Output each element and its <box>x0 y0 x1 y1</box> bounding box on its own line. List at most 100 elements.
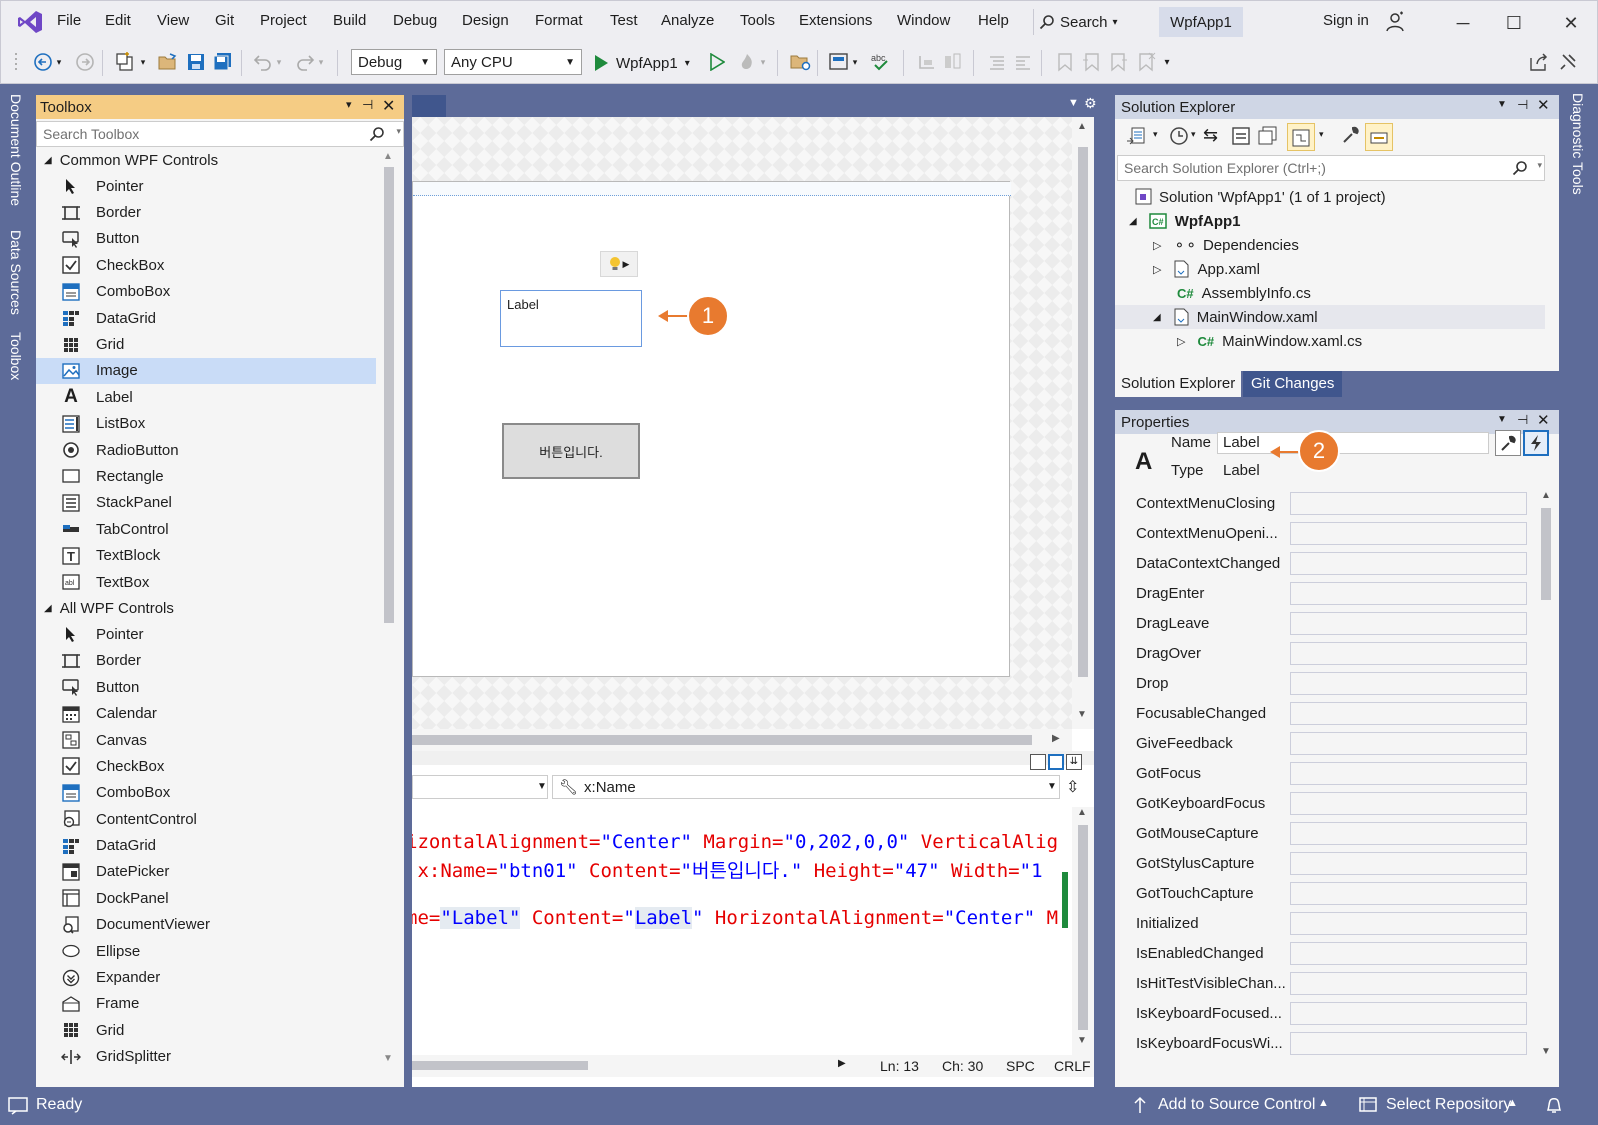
scroll-down-icon[interactable]: ▼ <box>1077 709 1087 720</box>
scrollbar-thumb[interactable] <box>412 735 1032 745</box>
event-handler-input[interactable] <box>1290 911 1527 935</box>
toolbox-item-combobox[interactable]: ComboBox <box>36 279 376 305</box>
document-tab[interactable] <box>412 95 446 117</box>
comment-lines-icon[interactable] <box>985 50 1009 74</box>
toolbox-item-textblock[interactable]: T TextBlock <box>36 542 376 568</box>
toolbox-item-pointer[interactable]: Pointer <box>36 621 376 647</box>
scrollbar-thumb[interactable] <box>1541 508 1551 600</box>
window-position-icon[interactable]: ▼ <box>1497 99 1507 110</box>
event-handler-input[interactable] <box>1290 971 1527 995</box>
window-position-icon[interactable]: ▾ <box>346 98 352 111</box>
events-view-button[interactable] <box>1523 430 1549 456</box>
properties-wrench-icon[interactable] <box>1341 125 1361 145</box>
back-navigation-icon[interactable] <box>31 50 55 74</box>
tree-item-dependencies[interactable]: ▷ ⚬⚬ Dependencies <box>1115 233 1545 257</box>
clear-bookmarks-icon[interactable] <box>1135 50 1159 74</box>
toolbox-item-canvas[interactable]: Canvas <box>36 727 376 753</box>
toolbox-item-grid[interactable]: Grid <box>36 331 376 357</box>
chevron-down-icon[interactable]: ▾ <box>396 126 401 137</box>
event-handler-input[interactable] <box>1290 521 1527 545</box>
design-surface[interactable]: ▶ Label 버튼입니다. <box>412 117 1072 729</box>
spell-check-icon[interactable]: abc <box>869 50 893 74</box>
layout-dropdown-icon[interactable]: ▾ <box>849 50 861 74</box>
toolbox-item-rectangle[interactable]: Rectangle <box>36 463 376 489</box>
vertical-split-icon[interactable] <box>1030 754 1046 770</box>
quick-actions-button[interactable]: ▶ <box>600 251 638 277</box>
toolbar-overflow-icon[interactable]: ▾ <box>1161 50 1173 74</box>
toolbox-item-tabcontrol[interactable]: TabControl <box>36 516 376 542</box>
menu-view[interactable]: View <box>157 12 189 29</box>
menu-analyze[interactable]: Analyze <box>661 12 714 29</box>
close-icon[interactable]: ✕ <box>382 96 395 116</box>
back-dropdown-icon[interactable]: ▾ <box>53 50 65 74</box>
tree-item-mainwindow-xaml[interactable]: ◢ MainWindow.xaml <box>1115 305 1545 329</box>
event-handler-input[interactable] <box>1290 821 1527 845</box>
scroll-down-icon[interactable]: ▼ <box>383 1053 393 1064</box>
undo-dropdown-icon[interactable]: ▾ <box>273 50 285 74</box>
label-control[interactable]: Label <box>500 290 642 347</box>
name-input[interactable]: Label <box>1217 432 1489 454</box>
open-folder-icon[interactable] <box>156 50 180 74</box>
bookmark-icon[interactable] <box>1053 50 1077 74</box>
add-to-source-control-button[interactable]: Add to Source Control <box>1158 1096 1315 1114</box>
scroll-down-icon[interactable]: ▼ <box>1077 1035 1087 1046</box>
chevron-down-icon[interactable]: ▾ <box>1319 129 1324 140</box>
event-handler-input[interactable] <box>1290 641 1527 665</box>
event-handler-input[interactable] <box>1290 551 1527 575</box>
select-repository-button[interactable]: Select Repository <box>1386 1096 1511 1114</box>
event-handler-input[interactable] <box>1290 581 1527 605</box>
save-icon[interactable] <box>184 50 208 74</box>
menu-project[interactable]: Project <box>260 12 307 29</box>
event-handler-input[interactable] <box>1290 1031 1527 1055</box>
code-horizontal-scrollbar[interactable] <box>412 1061 588 1070</box>
chevron-down-icon[interactable]: ▾ <box>1153 129 1158 140</box>
redo-icon[interactable] <box>293 50 317 74</box>
toolbox-item-expander[interactable]: Expander <box>36 964 376 990</box>
scroll-up-icon[interactable]: ▲ <box>1077 121 1087 132</box>
tab-list-dropdown-icon[interactable]: ▼ <box>1068 97 1079 109</box>
solution-configuration-select[interactable]: Debug ▼ <box>351 49 437 75</box>
menu-file[interactable]: File <box>57 12 81 29</box>
diagnostic-tools-tab[interactable]: Diagnostic Tools <box>1570 93 1586 195</box>
scroll-right-icon[interactable]: ▶ <box>1052 733 1060 744</box>
close-icon[interactable]: ✕ <box>1537 96 1550 114</box>
collapse-pane-icon[interactable]: ⇊ <box>1066 754 1082 770</box>
member-select[interactable]: 🔧︎ x:Name ▼ <box>552 775 1060 799</box>
properties-view-button[interactable] <box>1495 430 1521 456</box>
properties-scrollbar[interactable]: ▲ ▼ <box>1537 488 1555 1083</box>
menu-format[interactable]: Format <box>535 12 583 29</box>
tree-item-mainwindow-xaml-cs[interactable]: ▷ C# MainWindow.xaml.cs <box>1115 329 1545 353</box>
scrollbar-thumb[interactable] <box>384 167 394 623</box>
tree-solution[interactable]: Solution 'WpfApp1' (1 of 1 project) <box>1115 185 1545 209</box>
tree-item-app-xaml[interactable]: ▷ App.xaml <box>1115 257 1545 281</box>
scroll-down-icon[interactable]: ▼ <box>1541 1046 1551 1057</box>
tree-project[interactable]: ◢ C# WpfApp1 <box>1115 209 1545 233</box>
undo-icon[interactable] <box>251 50 275 74</box>
xaml-code-editor[interactable]: izontalAlignment="Center" Margin="0,202,… <box>412 807 1060 1055</box>
event-handler-input[interactable] <box>1290 611 1527 635</box>
switch-views-icon[interactable] <box>1125 125 1147 147</box>
toolbox-item-checkbox[interactable]: CheckBox <box>36 753 376 779</box>
menu-window[interactable]: Window <box>897 12 950 29</box>
toolbox-item-frame[interactable]: Frame <box>36 991 376 1017</box>
preview-selected-items-toggle[interactable] <box>1365 123 1393 151</box>
toolbox-item-border[interactable]: Border <box>36 199 376 225</box>
toolbox-item-ellipse[interactable]: Ellipse <box>36 938 376 964</box>
scroll-up-icon[interactable]: ▲ <box>1077 807 1087 818</box>
hot-reload-icon[interactable] <box>735 50 759 74</box>
pin-icon[interactable]: ⊣ <box>1517 97 1528 113</box>
pin-icon[interactable]: ⊣ <box>362 97 373 113</box>
toolbox-item-calendar[interactable]: Calendar <box>36 700 376 726</box>
live-share-icon[interactable] <box>1527 50 1551 74</box>
toolbox-item-textbox[interactable]: abl TextBox <box>36 569 376 595</box>
toolbox-item-contentcontrol[interactable]: ContentControl <box>36 806 376 832</box>
event-handler-input[interactable] <box>1290 791 1527 815</box>
sign-in-link[interactable]: Sign in <box>1323 12 1369 29</box>
toolbox-item-stackpanel[interactable]: StackPanel <box>36 490 376 516</box>
close-button[interactable]: ✕ <box>1558 10 1584 36</box>
toolbox-item-button[interactable]: Button <box>36 226 376 252</box>
sync-icon[interactable]: ⇆ <box>1203 125 1218 146</box>
menu-test[interactable]: Test <box>610 12 638 29</box>
button-control[interactable]: 버튼입니다. <box>502 423 640 479</box>
hot-reload-dropdown-icon[interactable]: ▾ <box>757 50 769 74</box>
